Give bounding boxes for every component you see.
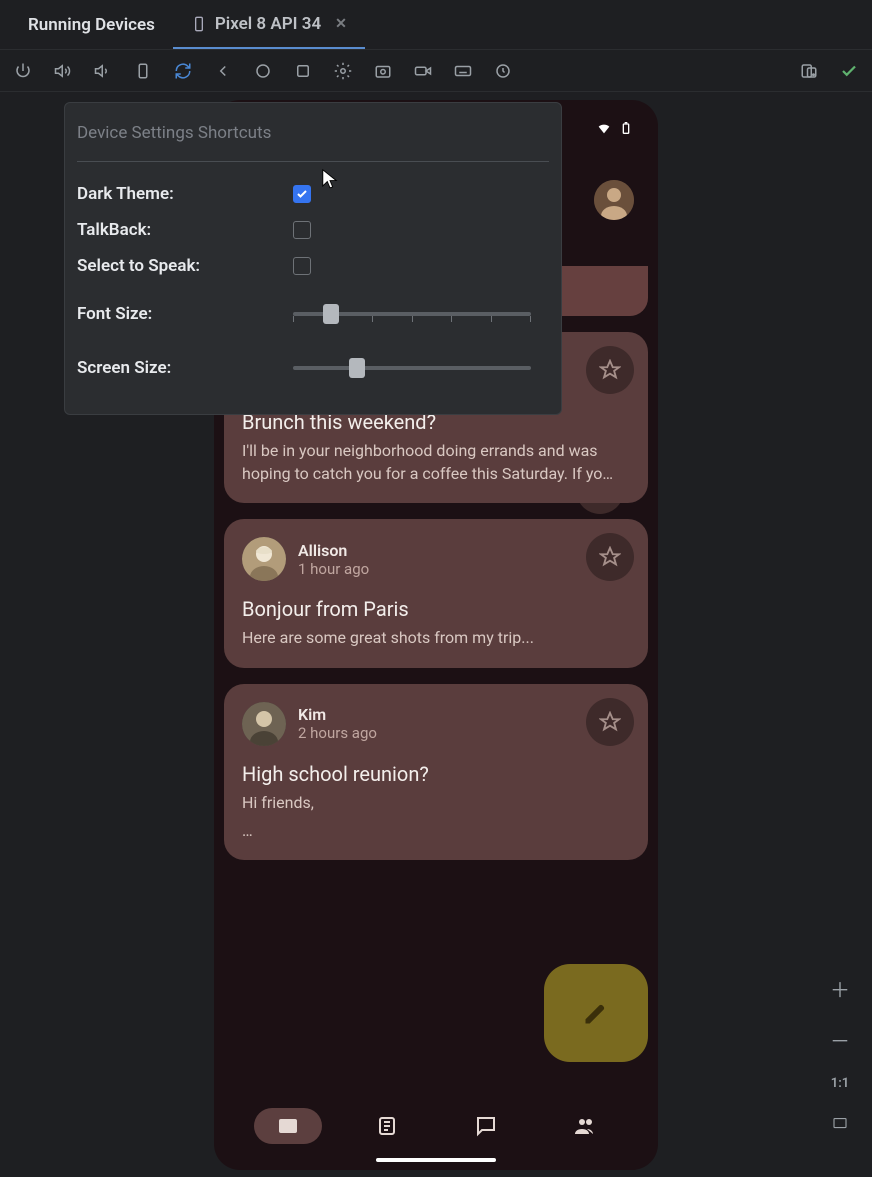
star-button[interactable] <box>586 698 634 746</box>
tab-running-devices-label: Running Devices <box>28 15 155 35</box>
toolbar <box>0 50 872 92</box>
dark-theme-label: Dark Theme: <box>77 184 293 204</box>
power-icon[interactable] <box>12 60 34 82</box>
record-icon[interactable] <box>412 60 434 82</box>
back-icon[interactable] <box>212 60 234 82</box>
email-time: 1 hour ago <box>298 560 369 578</box>
screenshot-icon[interactable] <box>372 60 394 82</box>
home-indicator[interactable] <box>376 1158 496 1162</box>
compose-fab[interactable] <box>544 964 648 1062</box>
divider <box>77 161 549 162</box>
font-size-slider[interactable] <box>293 302 531 326</box>
volume-up-icon[interactable] <box>52 60 74 82</box>
sender-name: Kim <box>298 705 377 724</box>
select-to-speak-label: Select to Speak: <box>77 256 293 276</box>
nav-chat[interactable] <box>452 1108 520 1144</box>
tabs-bar: Running Devices Pixel 8 API 34 ✕ <box>0 0 872 50</box>
popup-title: Device Settings Shortcuts <box>77 123 549 143</box>
email-card[interactable]: Kim 2 hours ago High school reunion? Hi … <box>224 684 648 861</box>
talkback-label: TalkBack: <box>77 220 293 240</box>
email-body: Here are some great shots from my trip..… <box>242 627 630 649</box>
avatar <box>242 537 286 581</box>
select-to-speak-checkbox[interactable] <box>293 257 311 275</box>
wifi-icon <box>596 120 612 140</box>
device-settings-popup: Device Settings Shortcuts Dark Theme: Ta… <box>64 102 562 415</box>
avatar <box>242 702 286 746</box>
email-subject: Bonjour from Paris <box>242 597 630 621</box>
more-icon[interactable] <box>492 60 514 82</box>
home-icon[interactable] <box>252 60 274 82</box>
volume-down-icon[interactable] <box>92 60 114 82</box>
font-size-label: Font Size: <box>77 304 293 324</box>
settings-shortcut-icon[interactable] <box>332 60 354 82</box>
email-body-extra: … <box>242 820 630 842</box>
fit-screen-button[interactable] <box>831 1113 849 1137</box>
bottom-navigation <box>214 1108 658 1144</box>
close-icon[interactable]: ✕ <box>335 16 347 32</box>
keyboard-icon[interactable] <box>452 60 474 82</box>
rotate-left-icon[interactable] <box>132 60 154 82</box>
phone-icon <box>191 16 207 32</box>
mouse-cursor <box>321 168 339 192</box>
screen-size-label: Screen Size: <box>77 358 293 378</box>
email-body: I'll be in your neighborhood doing erran… <box>242 440 630 485</box>
pencil-icon <box>582 999 610 1027</box>
zoom-in-button[interactable]: ＋ <box>830 974 850 1003</box>
nav-articles[interactable] <box>353 1108 421 1144</box>
status-bar <box>596 120 634 140</box>
dark-theme-checkbox[interactable] <box>293 185 311 203</box>
overview-icon[interactable] <box>292 60 314 82</box>
talkback-checkbox[interactable] <box>293 221 311 239</box>
zoom-controls: ＋ － 1:1 <box>830 974 850 1137</box>
tab-running-devices[interactable]: Running Devices <box>10 0 173 49</box>
email-body: Hi friends, <box>242 792 630 814</box>
nav-inbox[interactable] <box>254 1108 322 1144</box>
check-icon[interactable] <box>838 60 860 82</box>
battery-icon <box>618 120 634 140</box>
zoom-ratio[interactable]: 1:1 <box>831 1076 849 1091</box>
screen-size-slider[interactable] <box>293 356 531 380</box>
star-button[interactable] <box>586 533 634 581</box>
email-card[interactable]: Allison 1 hour ago Bonjour from Paris He… <box>224 519 648 667</box>
rotate-right-icon[interactable] <box>172 60 194 82</box>
email-time: 2 hours ago <box>298 724 377 742</box>
tab-device[interactable]: Pixel 8 API 34 ✕ <box>173 0 365 49</box>
profile-avatar[interactable] <box>594 180 634 220</box>
devices-icon[interactable] <box>798 60 820 82</box>
tab-device-label: Pixel 8 API 34 <box>215 14 321 34</box>
zoom-out-button[interactable]: － <box>830 1025 850 1054</box>
email-subject: High school reunion? <box>242 762 630 786</box>
sender-name: Allison <box>298 541 369 560</box>
nav-people[interactable] <box>551 1108 619 1144</box>
